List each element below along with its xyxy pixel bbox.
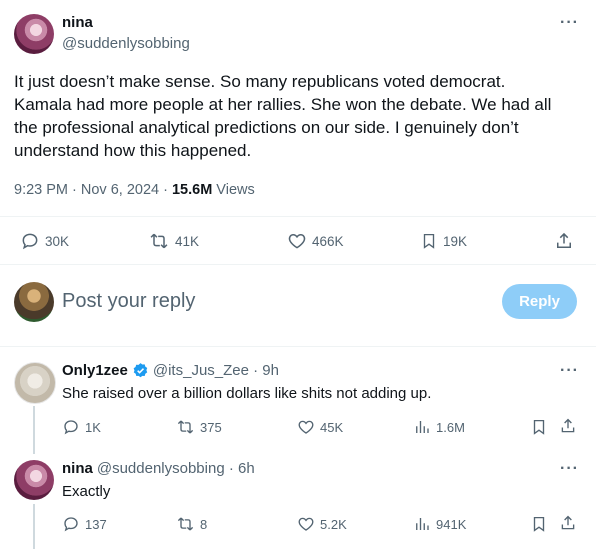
bookmark-action[interactable]: 19K — [420, 231, 467, 251]
bookmark-icon — [423, 233, 435, 249]
divider — [0, 346, 596, 347]
share-icon[interactable] — [559, 417, 577, 435]
views-count: 1.6M — [436, 419, 465, 435]
reply-text: Exactly — [62, 483, 111, 500]
author-handle[interactable]: @suddenlysobbing — [62, 35, 190, 52]
views-count: 15.6M — [171, 182, 213, 198]
more-options-icon[interactable]: ··· — [560, 460, 579, 478]
views-action[interactable]: 1.6M — [413, 418, 465, 436]
reply-action[interactable]: 1K — [62, 418, 101, 436]
reply-count: 1K — [85, 419, 101, 435]
reply-input[interactable]: Post your reply — [62, 290, 195, 313]
reply-handle[interactable]: @its_Jus_Zee · 9h — [153, 362, 279, 379]
repost-icon — [177, 517, 194, 531]
reply-icon — [22, 233, 38, 250]
reply-count: 30K — [45, 233, 70, 249]
divider — [0, 264, 596, 265]
views-count: 941K — [436, 516, 467, 532]
thread-connector — [33, 504, 35, 549]
like-count: 5.2K — [320, 516, 347, 532]
post-timestamp[interactable]: 9:23 PM · Nov 6, 2024 · — [14, 182, 172, 198]
repost-action[interactable]: 8 — [176, 515, 207, 533]
repost-count: 375 — [200, 419, 222, 435]
reply-icon — [64, 517, 78, 532]
post-text: It just doesn’t make sense. So many repu… — [14, 70, 584, 162]
reply-author-avatar[interactable] — [14, 460, 54, 500]
more-options-icon[interactable]: ··· — [560, 14, 579, 32]
reply-count: 137 — [85, 516, 107, 532]
reply-display-name[interactable]: Only1zee — [62, 362, 128, 379]
reply-action[interactable]: 30K — [20, 231, 69, 251]
like-action[interactable]: 466K — [287, 231, 344, 251]
reply-action[interactable]: 137 — [62, 515, 107, 533]
repost-icon — [150, 233, 168, 249]
heart-icon — [288, 233, 306, 249]
repost-action[interactable]: 41K — [148, 231, 199, 251]
like-action[interactable]: 45K — [297, 418, 343, 436]
like-count: 466K — [312, 233, 344, 249]
post-text-line: the professional analytical predictions … — [14, 118, 519, 137]
heart-icon — [298, 517, 314, 531]
reply-text: She raised over a billion dollars like s… — [62, 385, 432, 402]
share-icon[interactable] — [559, 514, 577, 532]
bookmark-icon[interactable] — [530, 515, 548, 533]
divider — [0, 216, 596, 217]
views-label: Views — [212, 182, 255, 198]
post-meta: 9:23 PM · Nov 6, 2024 · 15.6M Views — [14, 182, 255, 198]
share-icon[interactable] — [554, 231, 574, 251]
reply-display-name[interactable]: nina — [62, 460, 93, 477]
post-text-line: Kamala had more people at her rallies. S… — [14, 95, 552, 114]
current-user-avatar[interactable] — [14, 282, 54, 322]
repost-count: 8 — [200, 516, 208, 532]
reply-header: nina @suddenlysobbing · 6h — [62, 460, 255, 477]
bookmark-count: 19K — [443, 233, 468, 249]
verified-badge-icon — [133, 363, 148, 378]
reply-author-avatar[interactable] — [14, 362, 56, 404]
reply-icon — [64, 420, 78, 435]
author-avatar[interactable] — [14, 14, 54, 54]
like-action[interactable]: 5.2K — [297, 515, 347, 533]
reply-handle[interactable]: @suddenlysobbing · 6h — [97, 460, 255, 477]
reply-header: Only1zee @its_Jus_Zee · 9h — [62, 362, 279, 379]
repost-action[interactable]: 375 — [176, 418, 222, 436]
author-display-name[interactable]: nina — [62, 14, 93, 31]
repost-icon — [177, 420, 194, 434]
reply-button[interactable]: Reply — [502, 284, 577, 319]
thread-connector — [33, 406, 35, 454]
analytics-icon — [416, 518, 429, 530]
post-text-line: It just doesn’t make sense. So many repu… — [14, 72, 506, 91]
views-action[interactable]: 941K — [413, 515, 466, 533]
repost-count: 41K — [175, 233, 200, 249]
like-count: 45K — [320, 419, 344, 435]
heart-icon — [298, 420, 314, 434]
post-text-line: understand how this happened. — [14, 141, 252, 160]
more-options-icon[interactable]: ··· — [560, 362, 579, 380]
analytics-icon — [416, 421, 429, 433]
bookmark-icon[interactable] — [530, 418, 548, 436]
